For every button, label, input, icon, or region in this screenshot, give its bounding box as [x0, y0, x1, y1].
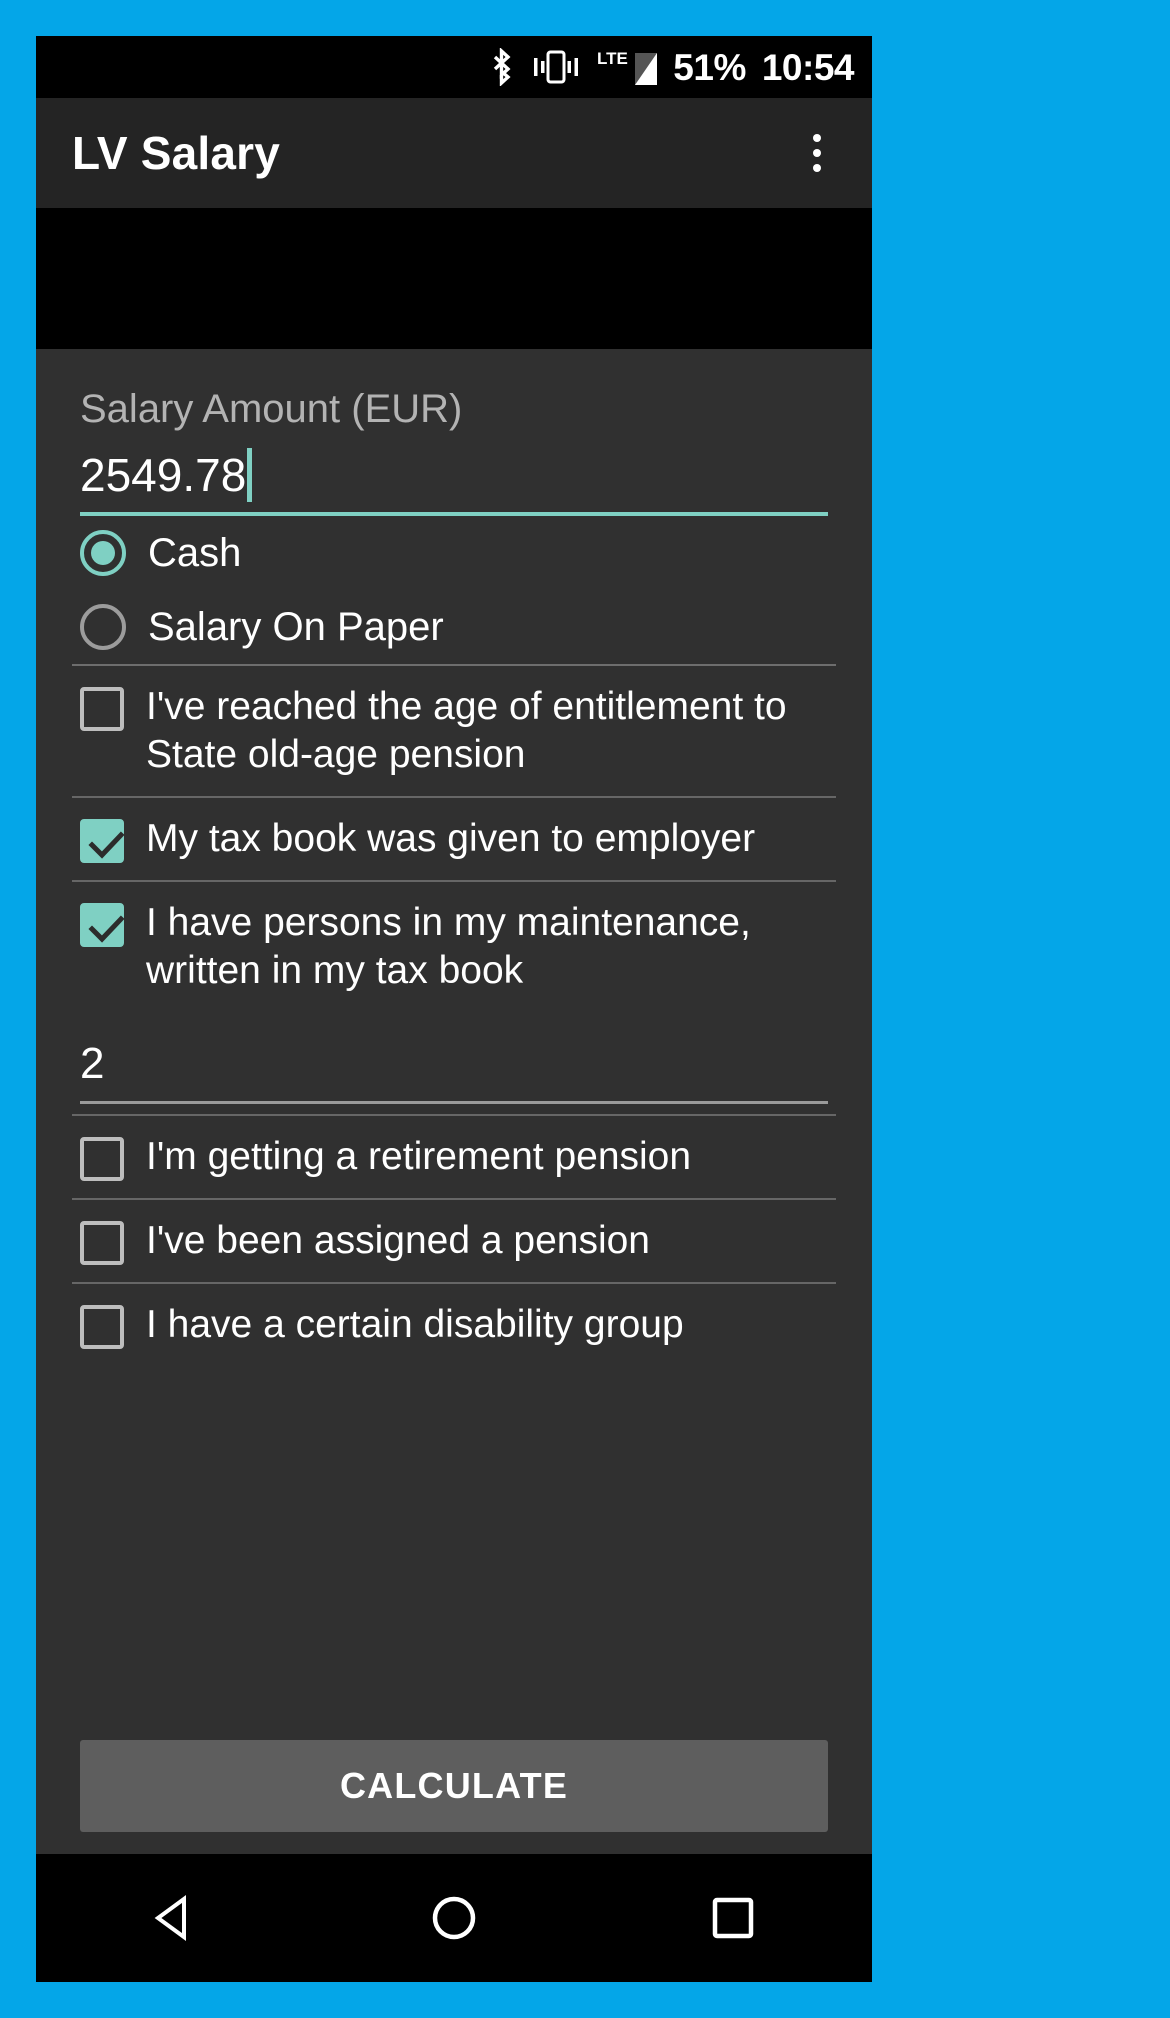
radio-option-cash[interactable]: Cash	[72, 516, 836, 590]
dot	[813, 149, 821, 157]
dependents-count-input[interactable]: 2	[72, 1012, 836, 1104]
checkbox-checked-icon	[80, 819, 125, 863]
checkbox-unchecked-icon	[80, 1221, 124, 1265]
salary-input-value: 2549.78	[80, 449, 247, 501]
checkbox-row-assigned-pension[interactable]: I've been assigned a pension	[72, 1198, 836, 1282]
recents-square-icon[interactable]	[673, 1868, 793, 1968]
android-nav-bar	[36, 1854, 872, 1982]
text-caret	[247, 448, 253, 502]
radio-option-salary-on-paper[interactable]: Salary On Paper	[72, 590, 836, 664]
dot	[813, 164, 821, 172]
checkbox-unchecked-icon	[80, 1137, 124, 1181]
radio-unchecked-icon	[80, 604, 126, 650]
status-bar: LTE 51% 10:54	[36, 36, 872, 98]
page-title: LV Salary	[72, 127, 281, 179]
phone-screen: LTE 51% 10:54 LV Salary Salary Amount (E…	[36, 36, 872, 1982]
checkbox-label-persons-maintenance: I have persons in my maintenance, writte…	[146, 901, 751, 992]
checkbox-row-old-age-pension[interactable]: I've reached the age of entitlement to S…	[72, 664, 836, 796]
calculate-button[interactable]: CALCULATE	[80, 1740, 828, 1832]
radio-checked-icon	[80, 530, 126, 576]
checkbox-label-disability-group: I have a certain disability group	[146, 1303, 684, 1346]
checkbox-checked-icon	[80, 903, 125, 947]
checkbox-row-tax-book-employer[interactable]: My tax book was given to employer	[72, 796, 836, 880]
salary-amount-label: Salary Amount (EUR)	[80, 387, 463, 431]
checkbox-label-assigned-pension: I've been assigned a pension	[146, 1219, 650, 1262]
bluetooth-icon	[489, 48, 515, 86]
checkbox-unchecked-icon	[80, 1305, 124, 1349]
lte-signal-icon: LTE	[597, 47, 659, 87]
checkbox-label-old-age-pension: I've reached the age of entitlement to S…	[146, 685, 787, 776]
battery-percent: 51%	[673, 46, 746, 88]
home-circle-icon[interactable]	[394, 1868, 514, 1968]
radio-label-salary-on-paper: Salary On Paper	[148, 605, 444, 649]
checkbox-label-tax-book-employer: My tax book was given to employer	[146, 817, 756, 860]
dot	[813, 134, 821, 142]
dependents-count-underline	[80, 1101, 828, 1104]
checkbox-row-persons-maintenance[interactable]: I have persons in my maintenance, writte…	[72, 880, 836, 1012]
checkbox-row-retirement-pension[interactable]: I'm getting a retirement pension	[72, 1114, 836, 1198]
app-bar: LV Salary	[36, 98, 872, 208]
ad-banner	[36, 208, 872, 349]
salary-input[interactable]: 2549.78	[72, 446, 836, 516]
status-clock: 10:54	[761, 46, 855, 88]
overflow-menu-icon[interactable]	[788, 118, 846, 188]
checkbox-row-disability-group[interactable]: I have a certain disability group	[72, 1282, 836, 1366]
calculate-button-container: CALCULATE	[72, 1740, 836, 1854]
salary-input-underline	[80, 512, 828, 516]
screenshot-root: LTE 51% 10:54 LV Salary Salary Amount (E…	[0, 0, 1170, 2018]
checkbox-label-retirement-pension: I'm getting a retirement pension	[146, 1135, 692, 1178]
form-content: Salary Amount (EUR) 2549.78 Cash Salary …	[36, 349, 872, 1854]
dependents-count-value: 2	[80, 1039, 105, 1088]
vibrate-icon	[529, 50, 583, 84]
checkbox-unchecked-icon	[80, 687, 124, 731]
radio-label-cash: Cash	[148, 531, 242, 575]
back-triangle-icon[interactable]	[115, 1868, 235, 1968]
lte-label: LTE	[597, 49, 628, 68]
